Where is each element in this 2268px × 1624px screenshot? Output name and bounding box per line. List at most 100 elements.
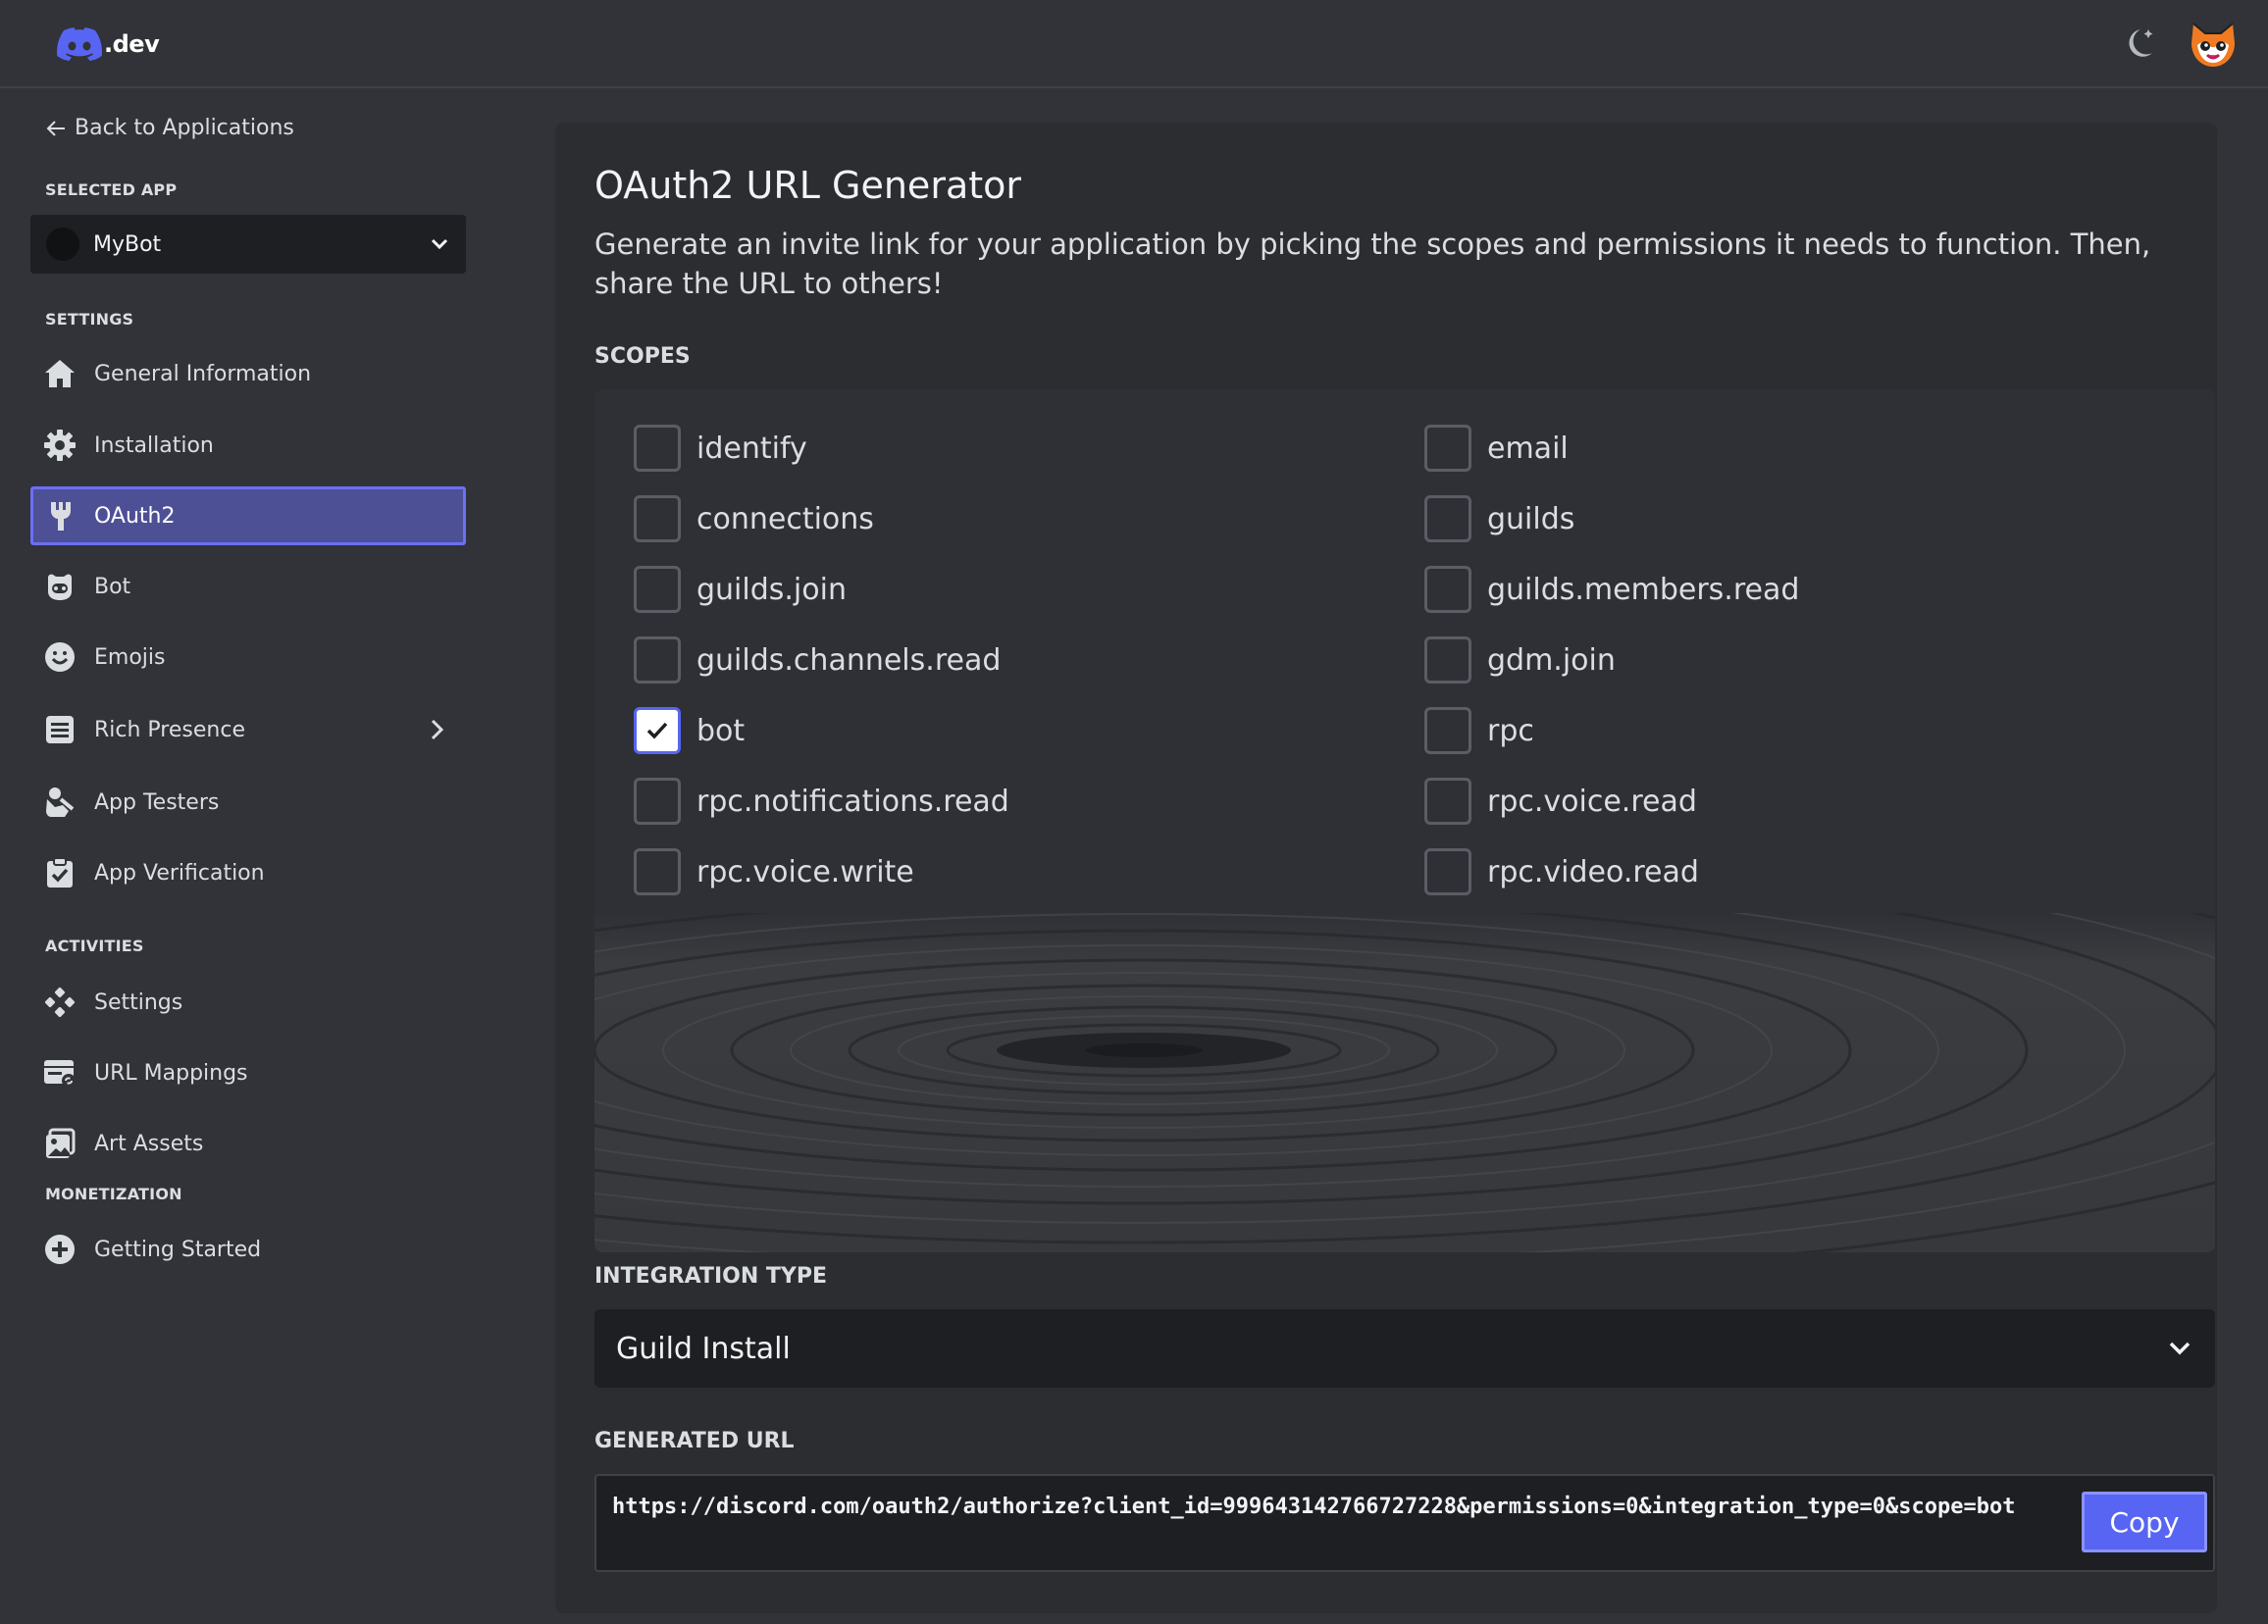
top-bar: .dev <box>0 0 2268 88</box>
browser-link-icon <box>42 1055 77 1091</box>
copy-button[interactable]: Copy <box>2082 1492 2207 1552</box>
checkbox[interactable] <box>1424 848 1471 895</box>
checkbox[interactable] <box>634 425 681 472</box>
settings-heading: SETTINGS <box>45 310 134 329</box>
discord-dev-logo[interactable]: .dev <box>57 27 160 61</box>
sidebar-item-app-testers[interactable]: App Testers <box>30 773 466 832</box>
sidebar-item-bot[interactable]: Bot <box>30 557 466 616</box>
scope-checkbox-rpc-voice-read[interactable]: rpc.voice.read <box>1424 778 1697 825</box>
sidebar-item-general-information[interactable]: General Information <box>30 344 466 403</box>
smiley-icon <box>42 639 77 675</box>
scope-checkbox-email[interactable]: email <box>1424 425 1569 472</box>
checkbox[interactable] <box>634 566 681 613</box>
scope-label: identify <box>696 431 807 466</box>
sidebar-item-label: Rich Presence <box>94 717 245 742</box>
chevron-right-icon <box>431 719 444 740</box>
scope-checkbox-identify[interactable]: identify <box>634 425 807 472</box>
sidebar-item-label: Installation <box>94 432 214 458</box>
scope-label: bot <box>696 713 746 748</box>
page-title: OAuth2 URL Generator <box>594 164 1021 207</box>
scope-label: email <box>1487 431 1569 466</box>
scope-checkbox-bot[interactable]: bot <box>634 707 745 754</box>
scope-checkbox-rpc-notifications-read[interactable]: rpc.notifications.read <box>634 778 1009 825</box>
checkbox[interactable] <box>1424 566 1471 613</box>
scope-checkbox-rpc-video-read[interactable]: rpc.video.read <box>1424 848 1699 895</box>
sidebar-item-label: OAuth2 <box>94 503 176 529</box>
arrow-left-icon <box>46 120 65 136</box>
sidebar-item-activity-settings[interactable]: Settings <box>30 973 466 1032</box>
sidebar-item-rich-presence[interactable]: Rich Presence <box>30 700 466 759</box>
back-to-applications-link[interactable]: Back to Applications <box>45 116 294 140</box>
scope-checkbox-guilds-join[interactable]: guilds.join <box>634 566 847 613</box>
document-icon <box>42 712 77 747</box>
theme-toggle-button[interactable] <box>2119 22 2158 69</box>
scope-label: rpc.notifications.read <box>696 784 1009 819</box>
sidebar-item-label: App Verification <box>94 860 265 886</box>
sidebar-item-label: Settings <box>94 990 183 1015</box>
plus-circle-icon <box>42 1232 77 1267</box>
sidebar-item-label: App Testers <box>94 789 220 815</box>
monetization-heading: MONETIZATION <box>45 1185 182 1203</box>
sidebar-item-emojis[interactable]: Emojis <box>30 628 466 686</box>
image-icon <box>42 1126 77 1161</box>
integration-type-value: Guild Install <box>616 1331 791 1366</box>
chevron-down-icon <box>431 238 448 250</box>
back-link-label: Back to Applications <box>75 116 294 140</box>
sidebar-item-getting-started[interactable]: Getting Started <box>30 1220 466 1279</box>
gamepad-icon <box>42 985 77 1020</box>
checkbox[interactable] <box>634 848 681 895</box>
scope-label: guilds <box>1487 501 1575 536</box>
scope-label: guilds.join <box>696 572 847 607</box>
checkmark-icon <box>646 722 668 739</box>
scope-checkbox-rpc[interactable]: rpc <box>1424 707 1534 754</box>
checkbox[interactable] <box>1424 778 1471 825</box>
sidebar-item-art-assets[interactable]: Art Assets <box>30 1114 466 1173</box>
discord-logo-icon <box>57 27 102 61</box>
scope-checkbox-guilds-members-read[interactable]: guilds.members.read <box>1424 566 1799 613</box>
integration-type-select[interactable]: Guild Install <box>594 1309 2215 1388</box>
app-selector[interactable]: MyBot <box>30 215 466 274</box>
sidebar-item-label: Art Assets <box>94 1131 204 1156</box>
chevron-down-icon <box>2169 1342 2191 1355</box>
scope-checkbox-gdm-join[interactable]: gdm.join <box>1424 636 1616 684</box>
sidebar: Back to Applications SELECTED APP MyBot … <box>0 90 555 1624</box>
gear-icon <box>42 428 77 463</box>
scopes-panel: identify connections guilds.join guilds.… <box>594 389 2215 1252</box>
ripple-background <box>594 913 2215 1252</box>
oauth2-url-generator-panel: OAuth2 URL Generator Generate an invite … <box>555 123 2217 1613</box>
generated-url-heading: GENERATED URL <box>594 1429 795 1453</box>
sidebar-item-installation[interactable]: Installation <box>30 416 466 475</box>
checkbox[interactable] <box>634 636 681 684</box>
sidebar-item-oauth2[interactable]: OAuth2 <box>30 486 466 545</box>
activities-heading: ACTIVITIES <box>45 937 144 955</box>
sidebar-item-label: General Information <box>94 361 312 386</box>
home-icon <box>42 356 77 391</box>
sidebar-item-url-mappings[interactable]: URL Mappings <box>30 1043 466 1102</box>
app-avatar <box>46 228 79 261</box>
scope-label: guilds.channels.read <box>696 642 1002 678</box>
sidebar-item-app-verification[interactable]: App Verification <box>30 843 466 902</box>
scope-label: rpc <box>1487 713 1534 748</box>
scope-label: rpc.video.read <box>1487 854 1699 889</box>
logo-text: .dev <box>104 30 160 58</box>
scopes-heading: SCOPES <box>594 344 691 369</box>
checkbox[interactable] <box>634 495 681 542</box>
checkbox[interactable] <box>1424 425 1471 472</box>
user-avatar[interactable] <box>2188 20 2239 75</box>
checkbox[interactable] <box>634 778 681 825</box>
checkbox[interactable] <box>1424 495 1471 542</box>
generated-url-field[interactable]: https://discord.com/oauth2/authorize?cli… <box>594 1474 2215 1572</box>
clipboard-check-icon <box>42 855 77 890</box>
sidebar-item-label: URL Mappings <box>94 1060 248 1086</box>
scope-checkbox-connections[interactable]: connections <box>634 495 874 542</box>
scope-checkbox-guilds[interactable]: guilds <box>1424 495 1574 542</box>
checkbox[interactable] <box>1424 707 1471 754</box>
fox-avatar-icon <box>2191 23 2235 67</box>
checkbox[interactable] <box>1424 636 1471 684</box>
scope-label: rpc.voice.read <box>1487 784 1697 819</box>
scope-checkbox-guilds-channels-read[interactable]: guilds.channels.read <box>634 636 1001 684</box>
sidebar-item-label: Bot <box>94 574 131 599</box>
checkbox-checked[interactable] <box>634 707 681 754</box>
scope-checkbox-rpc-voice-write[interactable]: rpc.voice.write <box>634 848 914 895</box>
generated-url-text[interactable]: https://discord.com/oauth2/authorize?cli… <box>612 1492 2064 1523</box>
